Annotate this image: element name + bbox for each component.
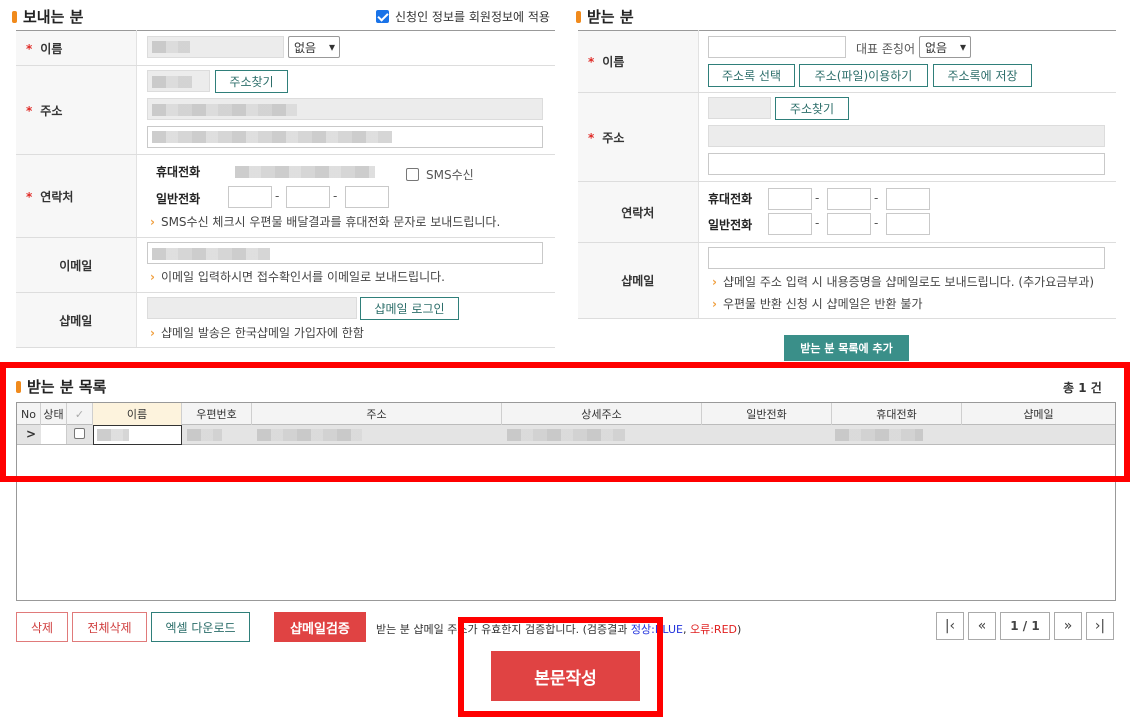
delete-button[interactable]: 삭제 bbox=[16, 612, 68, 642]
sender-phone-label: 일반전화 bbox=[156, 192, 201, 206]
sender-phone-3-input[interactable] bbox=[345, 186, 389, 208]
highlight-frame-list bbox=[0, 362, 1130, 482]
sender-mobile-label: 휴대전화 bbox=[156, 165, 201, 179]
sender-shopmail-input[interactable] bbox=[147, 297, 357, 319]
redacted-text bbox=[235, 166, 375, 178]
chevron-down-icon: ▾ bbox=[959, 40, 966, 54]
redacted-text bbox=[152, 41, 190, 53]
receiver-mobile-1-input[interactable] bbox=[768, 188, 812, 210]
receiver-shopmail-label: 샵메일 bbox=[578, 242, 699, 319]
sender-email-label: 이메일 bbox=[16, 237, 137, 293]
receiver-mobile-label: 휴대전화 bbox=[708, 192, 753, 206]
page-indicator: 1 / 1 bbox=[1000, 612, 1050, 640]
prev-page-icon[interactable]: « bbox=[968, 612, 996, 640]
receiver-shopmail-tip-1: › 샵메일 주소 입력 시 내용증명을 샵메일로도 보내드립니다. (추가요금부과… bbox=[712, 275, 1095, 289]
receiver-mobile-2-input[interactable] bbox=[827, 188, 871, 210]
chevron-down-icon: ▾ bbox=[328, 40, 335, 54]
sms-tip: › SMS수신 체크시 우편물 배달결과를 휴대전화 문자로 보내드립니다. bbox=[150, 215, 501, 229]
last-page-icon[interactable]: ›| bbox=[1086, 612, 1114, 640]
receiver-address-detail-input[interactable] bbox=[708, 153, 1105, 175]
honorific-label: 대표 존칭어 bbox=[856, 42, 916, 56]
receiver-phone-1-input[interactable] bbox=[768, 213, 812, 235]
sender-section-title: 보내는 분 bbox=[12, 6, 83, 27]
redacted-text bbox=[152, 248, 270, 260]
first-page-icon[interactable]: |‹ bbox=[936, 612, 964, 640]
address-book-save-button[interactable]: 주소록에 저장 bbox=[933, 64, 1032, 87]
add-to-list-button[interactable]: 받는 분 목록에 추가 bbox=[784, 335, 909, 361]
receiver-find-address-button[interactable]: 주소찾기 bbox=[775, 97, 849, 120]
address-file-button[interactable]: 주소(파일)이용하기 bbox=[799, 64, 928, 87]
excel-download-button[interactable]: 엑셀 다운로드 bbox=[151, 612, 250, 642]
highlight-frame-compose bbox=[458, 617, 663, 717]
shopmail-login-button[interactable]: 샵메일 로그인 bbox=[360, 297, 459, 320]
receiver-phone-label: 일반전화 bbox=[708, 218, 753, 232]
receiver-name-input[interactable] bbox=[708, 36, 846, 58]
sender-find-address-button[interactable]: 주소찾기 bbox=[215, 70, 288, 93]
receiver-shopmail-tip-2: › 우편물 반환 신청 시 샵메일은 반환 불가 bbox=[712, 297, 923, 311]
receiver-mobile-3-input[interactable] bbox=[886, 188, 930, 210]
receiver-address-label: * 주소 bbox=[578, 92, 699, 182]
section-marker-icon bbox=[576, 10, 581, 23]
receiver-section-title: 받는 분 bbox=[576, 6, 634, 27]
shopmail-tip: › 샵메일 발송은 한국샵메일 가입자에 한함 bbox=[150, 326, 364, 340]
receiver-address-input[interactable] bbox=[708, 125, 1105, 147]
next-page-icon[interactable]: » bbox=[1054, 612, 1082, 640]
sender-name-label: * 이름 bbox=[16, 30, 137, 66]
sender-honorific-select[interactable]: 없음 ▾ bbox=[288, 36, 340, 58]
email-tip: › 이메일 입력하시면 접수확인서를 이메일로 보내드립니다. bbox=[150, 270, 445, 284]
apply-member-label: 신청인 정보를 회원정보에 적용 bbox=[395, 10, 550, 24]
receiver-zipcode-input[interactable] bbox=[708, 97, 771, 119]
receiver-shopmail-input[interactable] bbox=[708, 247, 1105, 269]
redacted-text bbox=[152, 104, 297, 116]
receiver-name-label: * 이름 bbox=[578, 30, 699, 93]
section-marker-icon bbox=[12, 10, 17, 23]
redacted-text bbox=[152, 131, 392, 143]
receiver-contact-label: 연락처 bbox=[578, 181, 699, 243]
sender-address-label: * 주소 bbox=[16, 65, 137, 155]
receiver-phone-2-input[interactable] bbox=[827, 213, 871, 235]
sms-checkbox[interactable] bbox=[406, 168, 419, 181]
receiver-phone-3-input[interactable] bbox=[886, 213, 930, 235]
sender-contact-label: * 연락처 bbox=[16, 154, 137, 238]
address-book-select-button[interactable]: 주소록 선택 bbox=[708, 64, 795, 87]
delete-all-button[interactable]: 전체삭제 bbox=[72, 612, 147, 642]
sms-label: SMS수신 bbox=[426, 168, 474, 182]
sender-phone-1-input[interactable] bbox=[228, 186, 272, 208]
sender-shopmail-label: 샵메일 bbox=[16, 292, 137, 348]
apply-member-checkbox[interactable] bbox=[376, 10, 389, 23]
sender-phone-2-input[interactable] bbox=[286, 186, 330, 208]
receiver-honorific-select[interactable]: 없음 ▾ bbox=[919, 36, 971, 58]
shopmail-verify-button[interactable]: 샵메일검증 bbox=[274, 612, 366, 642]
redacted-text bbox=[152, 76, 192, 88]
